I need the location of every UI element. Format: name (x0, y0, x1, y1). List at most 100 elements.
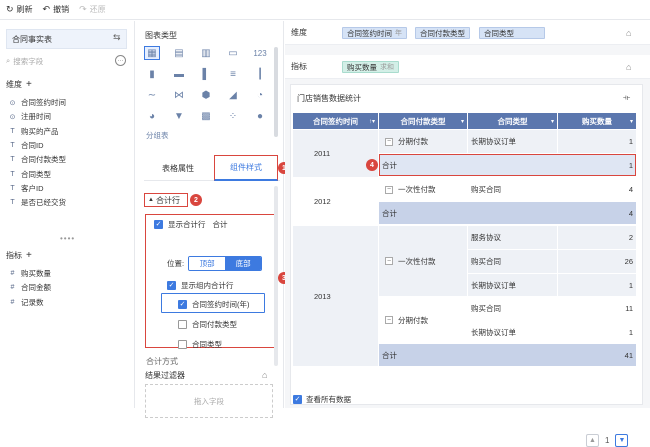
search-field[interactable]: ⌕ 搜索字段 (6, 54, 112, 68)
dimension-shelf[interactable]: 维度 合同签约时间年 合同付款类型 合同类型 ⌂ (285, 21, 650, 45)
collapse-icon[interactable]: − (385, 137, 393, 146)
show-total-checkbox[interactable]: ✓ 显示合计行 合计 (154, 219, 228, 230)
radar-chart-icon[interactable]: ⬢ (198, 88, 214, 102)
bar-chart-icon[interactable]: ▮ (144, 67, 160, 81)
refresh-button[interactable]: ↻ 刷新 (6, 4, 33, 15)
dimension-field[interactable]: T 合同ID (8, 140, 43, 151)
range-chart-icon[interactable]: ┃ (252, 67, 268, 81)
funnel-chart-icon[interactable]: ▼ (171, 109, 187, 123)
filter-drop-zone[interactable]: 拖入字段 (145, 384, 273, 418)
combo-chart-icon[interactable]: ⋈ (171, 88, 187, 102)
filter-settings-icon[interactable]: ⌂ (262, 370, 267, 380)
dimension-pill[interactable]: 合同付款类型 (415, 27, 470, 39)
chart-type-title: 图表类型 (145, 31, 177, 40)
contract-type-cell: 长期协议订单 (468, 274, 557, 296)
contract-type-cell: 购买合同 (471, 304, 501, 313)
card-chart-icon[interactable]: ▭ (225, 46, 241, 60)
step-badge-2: 2 (190, 194, 202, 206)
column-chart-icon[interactable]: ▌ (198, 67, 214, 81)
shelf-settings-icon[interactable]: ⌂ (626, 28, 631, 38)
area-chart-icon[interactable]: ◢ (225, 88, 241, 102)
dataset-selector[interactable]: 合同事实表 (6, 29, 127, 49)
date-type-icon: ⊙ (9, 113, 16, 121)
table-chart-icon[interactable]: ▦ (144, 46, 160, 60)
total-row-value: 4 (628, 208, 633, 218)
column-header[interactable]: 合同类型 ▾ (468, 113, 557, 129)
collapse-icon[interactable]: − (385, 185, 393, 194)
dimension-pill[interactable]: 合同类型 (479, 27, 545, 39)
scatter-chart-icon[interactable]: ⁘ (225, 109, 241, 123)
collapse-icon[interactable]: − (385, 316, 393, 324)
dimension-field[interactable]: ⊙ 注册时间 (8, 111, 51, 122)
config-scrollbar[interactable] (274, 186, 278, 366)
column-header[interactable]: 合同签约时间 ↑▾ (293, 113, 378, 129)
data-panel: 合同事实表 ⇆ ⌕ 搜索字段 ··· 维度 + ⊙ 合同签约时间 ⊙ 注册时间 T 购买的产品… (0, 21, 135, 408)
measure-field[interactable]: # 合同金额 (8, 282, 51, 293)
cross-table-chart-icon[interactable]: ▤ (171, 46, 187, 60)
add-measure-icon[interactable]: + (26, 250, 32, 261)
chart-type-scrollbar[interactable] (274, 47, 278, 137)
dimension-pill[interactable]: 合同签约时间年 (342, 27, 407, 39)
config-tabs: 表格属性 组件样式 (144, 155, 280, 181)
pie-chart-icon[interactable]: ◕ (144, 109, 160, 123)
dimension-field[interactable]: T 客户ID (8, 183, 43, 194)
prev-page-button[interactable]: ▲ (586, 434, 599, 447)
top-toolbar: ↻ 刷新 ↶ 撤销 ↷ 还原 (0, 0, 650, 20)
fullscreen-icon[interactable]: ⟛ (623, 93, 630, 103)
column-header[interactable]: 合同付款类型 ▾ (379, 113, 467, 129)
position-bottom-button[interactable]: 底部 (225, 257, 262, 270)
number-chart-icon[interactable]: 123 (252, 46, 268, 60)
measure-field[interactable]: # 购买数量 (8, 268, 51, 279)
horizontal-bar-chart-icon[interactable]: ≡ (225, 67, 241, 81)
shelf-settings-icon[interactable]: ⌂ (626, 62, 631, 72)
undo-button[interactable]: ↶ 撤销 (43, 4, 70, 15)
dimension-field[interactable]: T 合同类型 (8, 169, 51, 180)
tab-component-style[interactable]: 组件样式 (214, 155, 278, 181)
add-dimension-icon[interactable]: + (26, 79, 32, 90)
detail-table-chart-icon[interactable]: ▥ (198, 46, 214, 60)
tab-table-properties[interactable]: 表格属性 (144, 155, 212, 181)
year-cell: 2013 (293, 226, 378, 366)
total-position: 位置: 顶部 底部 (167, 256, 263, 271)
next-page-button[interactable]: ▼ (615, 434, 629, 447)
line-chart-icon[interactable]: ∼ (144, 88, 160, 102)
value-cell: 26 (558, 250, 636, 273)
measure-pill[interactable]: 购买数量 求和 (342, 61, 399, 73)
dimension-field[interactable]: T 合同付款类型 (8, 154, 66, 165)
contract-type-cell: 购买合同 (471, 185, 501, 194)
group-item-checkbox-1[interactable]: 合同付款类型 (178, 319, 237, 330)
undo-icon: ↶ (42, 4, 51, 14)
dimension-field[interactable]: ⊙ 合同签约时间 (8, 97, 66, 108)
view-all-data-checkbox[interactable]: ✓ 查看所有数据 (293, 394, 351, 405)
sort-icon[interactable]: ↑▾ (369, 118, 375, 125)
contract-type-cell: 长期协议订单 (468, 130, 557, 153)
total-row-section-toggle[interactable]: ▲ 合计行 (144, 193, 188, 207)
refresh-icon: ↻ (6, 4, 14, 14)
checkbox-unchecked-icon (178, 340, 187, 349)
dimension-field[interactable]: T 购买的产品 (8, 126, 58, 137)
group-item-checkbox-2[interactable]: 合同类型 (178, 339, 222, 350)
checkbox-checked-icon: ✓ (293, 395, 302, 404)
year-cell: 2011 (293, 130, 378, 177)
position-top-button[interactable]: 顶部 (189, 257, 226, 270)
sort-icon[interactable]: ▾ (630, 118, 633, 125)
sort-icon[interactable]: ▾ (551, 118, 554, 125)
contract-type-cell: 购买合同 (468, 250, 557, 273)
show-group-total-checkbox[interactable]: ✓ 显示组内合计行 (167, 280, 234, 291)
dimension-field[interactable]: T 是否已经交货 (8, 197, 66, 208)
switch-dataset-icon[interactable]: ⇆ (113, 32, 121, 43)
more-icon[interactable]: ··· (115, 55, 126, 66)
current-page: 1 (605, 436, 610, 445)
gauge-chart-icon[interactable]: ◔ (252, 88, 268, 102)
bubble-chart-icon[interactable]: ● (252, 109, 268, 123)
measure-field[interactable]: # 记录数 (8, 297, 44, 308)
redo-button[interactable]: ↷ 还原 (79, 4, 106, 15)
sort-icon[interactable]: ▾ (461, 118, 464, 125)
collapse-icon[interactable]: − (385, 257, 393, 265)
treemap-chart-icon[interactable]: ▩ (198, 109, 214, 123)
column-header[interactable]: 购买数量 ▾ (558, 113, 636, 129)
stacked-bar-chart-icon[interactable]: ▬ (171, 67, 187, 81)
measure-shelf[interactable]: 指标 购买数量 求和 ⌂ (285, 55, 650, 79)
drag-handle-icon[interactable]: •••• (60, 234, 74, 243)
group-item-checkbox-0[interactable]: ✓ 合同签约时间(年) (178, 299, 250, 310)
